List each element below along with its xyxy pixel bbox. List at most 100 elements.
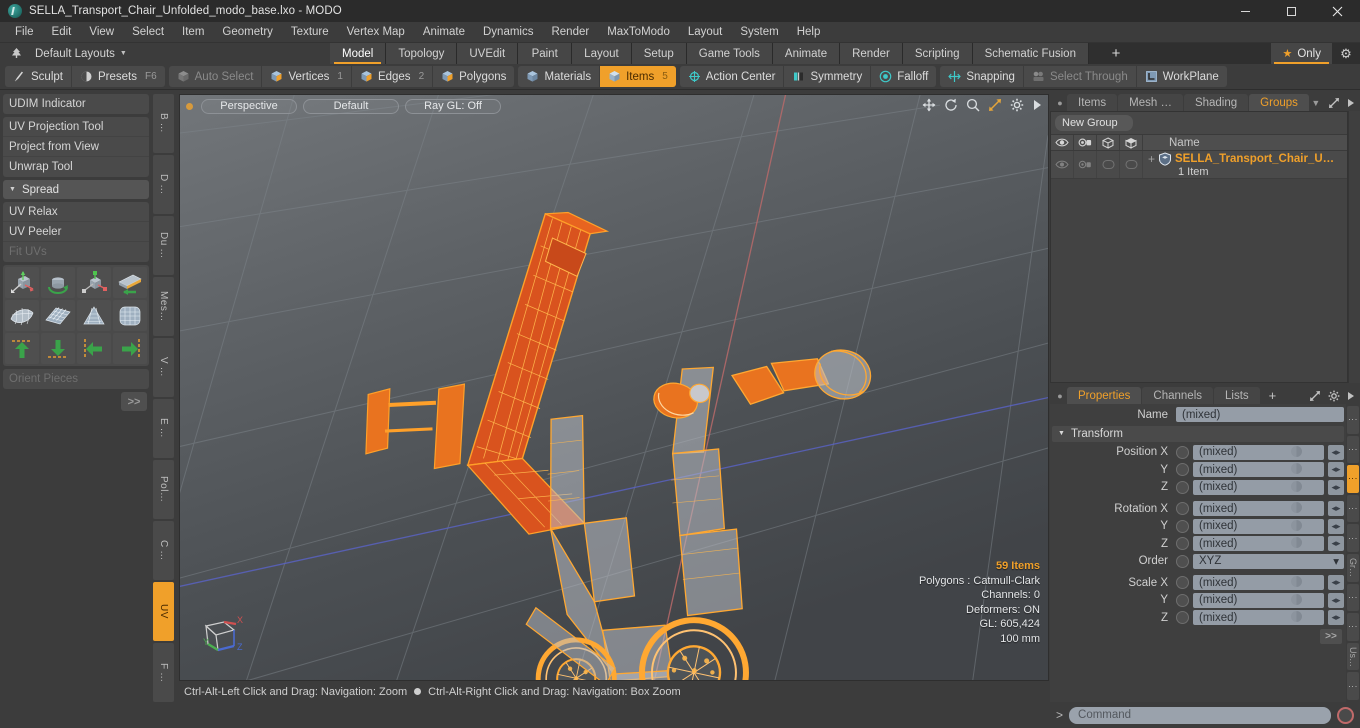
menu-vertex-map[interactable]: Vertex Map (338, 23, 414, 41)
uv-fit-icon[interactable] (5, 300, 39, 331)
minimize-button[interactable] (1222, 0, 1268, 22)
scale-z-knob[interactable] (1176, 611, 1189, 625)
groups-scrollbar[interactable] (1348, 111, 1360, 383)
vertices-button[interactable]: Vertices 1 (262, 66, 352, 87)
menu-select[interactable]: Select (123, 23, 173, 41)
prop-vtab-3[interactable]: ⋮ (1347, 465, 1359, 493)
position-x-stepper[interactable]: ◂▸ (1328, 444, 1344, 460)
row-render-toggle[interactable] (1074, 151, 1097, 178)
order-dropdown[interactable]: XYZ ▾ (1193, 553, 1344, 569)
rotation-x-input[interactable]: (mixed) (1193, 501, 1324, 517)
scale-x-stepper[interactable]: ◂▸ (1328, 575, 1344, 591)
menu-system[interactable]: System (731, 23, 787, 41)
rotation-x-stepper[interactable]: ◂▸ (1328, 501, 1344, 517)
prop-vtab-1[interactable]: ⋮ (1347, 406, 1359, 434)
position-y-knob[interactable] (1176, 463, 1189, 477)
action-center-button[interactable]: Action Center (680, 66, 785, 87)
row-eye-toggle[interactable] (1051, 151, 1074, 178)
tool-project-from-view[interactable]: Project from View (3, 137, 149, 157)
maximize-button[interactable] (1268, 0, 1314, 22)
tool-unwrap-tool[interactable]: Unwrap Tool (3, 157, 149, 177)
move-icon[interactable] (922, 98, 936, 112)
edges-button[interactable]: Edges 2 (352, 66, 434, 87)
layout-tab-setup[interactable]: Setup (631, 43, 687, 64)
table-row[interactable]: + SELLA_Transport_Chair_U… 1 Item (1051, 151, 1347, 179)
left-more-button[interactable]: >> (121, 392, 147, 411)
rotation-y-input[interactable]: (mixed) (1193, 518, 1324, 534)
sculpt-button[interactable]: Sculpt (5, 66, 72, 87)
auto-select-button[interactable]: Auto Select (169, 66, 263, 87)
snapping-button[interactable]: Snapping (940, 66, 1024, 87)
tool-uv-peeler[interactable]: UV Peeler (3, 222, 149, 242)
left-vtab-b[interactable]: B … (153, 94, 174, 153)
menu-item[interactable]: Item (173, 23, 213, 41)
position-z-stepper[interactable]: ◂▸ (1328, 479, 1344, 495)
name-input[interactable]: (mixed) (1176, 407, 1344, 423)
left-vtab-uv[interactable]: UV (153, 582, 174, 641)
align-right-icon[interactable] (113, 333, 147, 364)
tool-uv-relax[interactable]: UV Relax (3, 202, 149, 222)
viewport-projection-dropdown[interactable]: Perspective (201, 98, 297, 114)
expand-icon[interactable] (1309, 390, 1321, 402)
prop-vtab-user[interactable]: Us… (1347, 642, 1359, 671)
rotation-z-knob[interactable] (1176, 537, 1189, 551)
uv-rotate-icon[interactable] (41, 267, 75, 298)
menu-file[interactable]: File (6, 23, 43, 41)
layout-tab-paint[interactable]: Paint (518, 43, 573, 64)
falloff-button[interactable]: Falloff (871, 66, 936, 87)
position-y-stepper[interactable]: ◂▸ (1328, 462, 1344, 478)
position-x-input[interactable]: (mixed) (1193, 444, 1324, 460)
tool-fit-uvs[interactable]: Fit UVs (3, 242, 149, 262)
only-toggle-button[interactable]: ★ Only (1271, 43, 1332, 64)
add-properties-tab-button[interactable]: + (1261, 387, 1285, 404)
group-row-name-cell[interactable]: + SELLA_Transport_Chair_U… 1 Item (1143, 151, 1347, 178)
materials-button[interactable]: Materials (518, 66, 601, 87)
left-vtab-pol[interactable]: Pol… (153, 460, 174, 519)
cube-shade-icon[interactable] (1120, 135, 1143, 150)
left-vtab-e[interactable]: E … (153, 399, 174, 458)
layout-tab-scripting[interactable]: Scripting (902, 43, 973, 64)
eye-icon[interactable] (1051, 135, 1074, 150)
scale-y-knob[interactable] (1176, 593, 1189, 607)
default-layouts-dropdown[interactable]: Default Layouts ▼ (35, 48, 127, 60)
gear-icon[interactable] (1010, 98, 1024, 112)
layout-tab-render[interactable]: Render (840, 43, 903, 64)
align-left-icon[interactable] (77, 333, 111, 364)
menu-render[interactable]: Render (542, 23, 598, 41)
prop-vtab-5[interactable]: ⋮ (1347, 524, 1359, 552)
uv-flip-icon[interactable] (113, 267, 147, 298)
layout-tab-schematic-fusion[interactable]: Schematic Fusion (972, 43, 1089, 64)
prop-vtab-8[interactable]: ⋮ (1347, 613, 1359, 641)
align-up-icon[interactable] (5, 333, 39, 364)
rotate-icon[interactable] (944, 98, 958, 112)
layout-tab-animate[interactable]: Animate (772, 43, 841, 64)
menu-layout[interactable]: Layout (679, 23, 732, 41)
play-icon[interactable] (1347, 98, 1355, 108)
menu-texture[interactable]: Texture (282, 23, 338, 41)
position-y-input[interactable]: (mixed) (1193, 462, 1324, 478)
new-group-button[interactable]: New Group (1055, 115, 1133, 131)
symmetry-button[interactable]: Symmetry (784, 66, 872, 87)
order-knob[interactable] (1176, 554, 1189, 568)
menu-maxtomodo[interactable]: MaxToModo (598, 23, 679, 41)
zoom-icon[interactable] (966, 98, 980, 112)
prop-vtab-7[interactable]: ⋮ (1347, 583, 1359, 612)
menu-animate[interactable]: Animate (414, 23, 474, 41)
workplane-button[interactable]: WorkPlane (1137, 66, 1227, 87)
position-x-knob[interactable] (1176, 445, 1189, 459)
scale-z-stepper[interactable]: ◂▸ (1328, 610, 1344, 626)
rotation-y-knob[interactable] (1176, 519, 1189, 533)
tab-properties[interactable]: Properties (1067, 387, 1142, 404)
uv-move-axis-icon[interactable] (5, 267, 39, 298)
axis-gizmo[interactable]: X Y Z (194, 612, 250, 660)
layout-tab-topology[interactable]: Topology (386, 43, 458, 64)
rotation-y-stepper[interactable]: ◂▸ (1328, 518, 1344, 534)
presets-button[interactable]: Presets F6 (72, 66, 165, 87)
spread-section-header[interactable]: ▼ Spread (3, 180, 149, 199)
viewport-menu-dot-icon[interactable] (186, 102, 193, 110)
tree-icon[interactable] (6, 47, 27, 60)
tab-items[interactable]: Items (1067, 94, 1118, 111)
menu-geometry[interactable]: Geometry (213, 23, 282, 41)
left-vtab-c[interactable]: C … (153, 521, 174, 580)
layout-tab-model[interactable]: Model (330, 43, 387, 64)
